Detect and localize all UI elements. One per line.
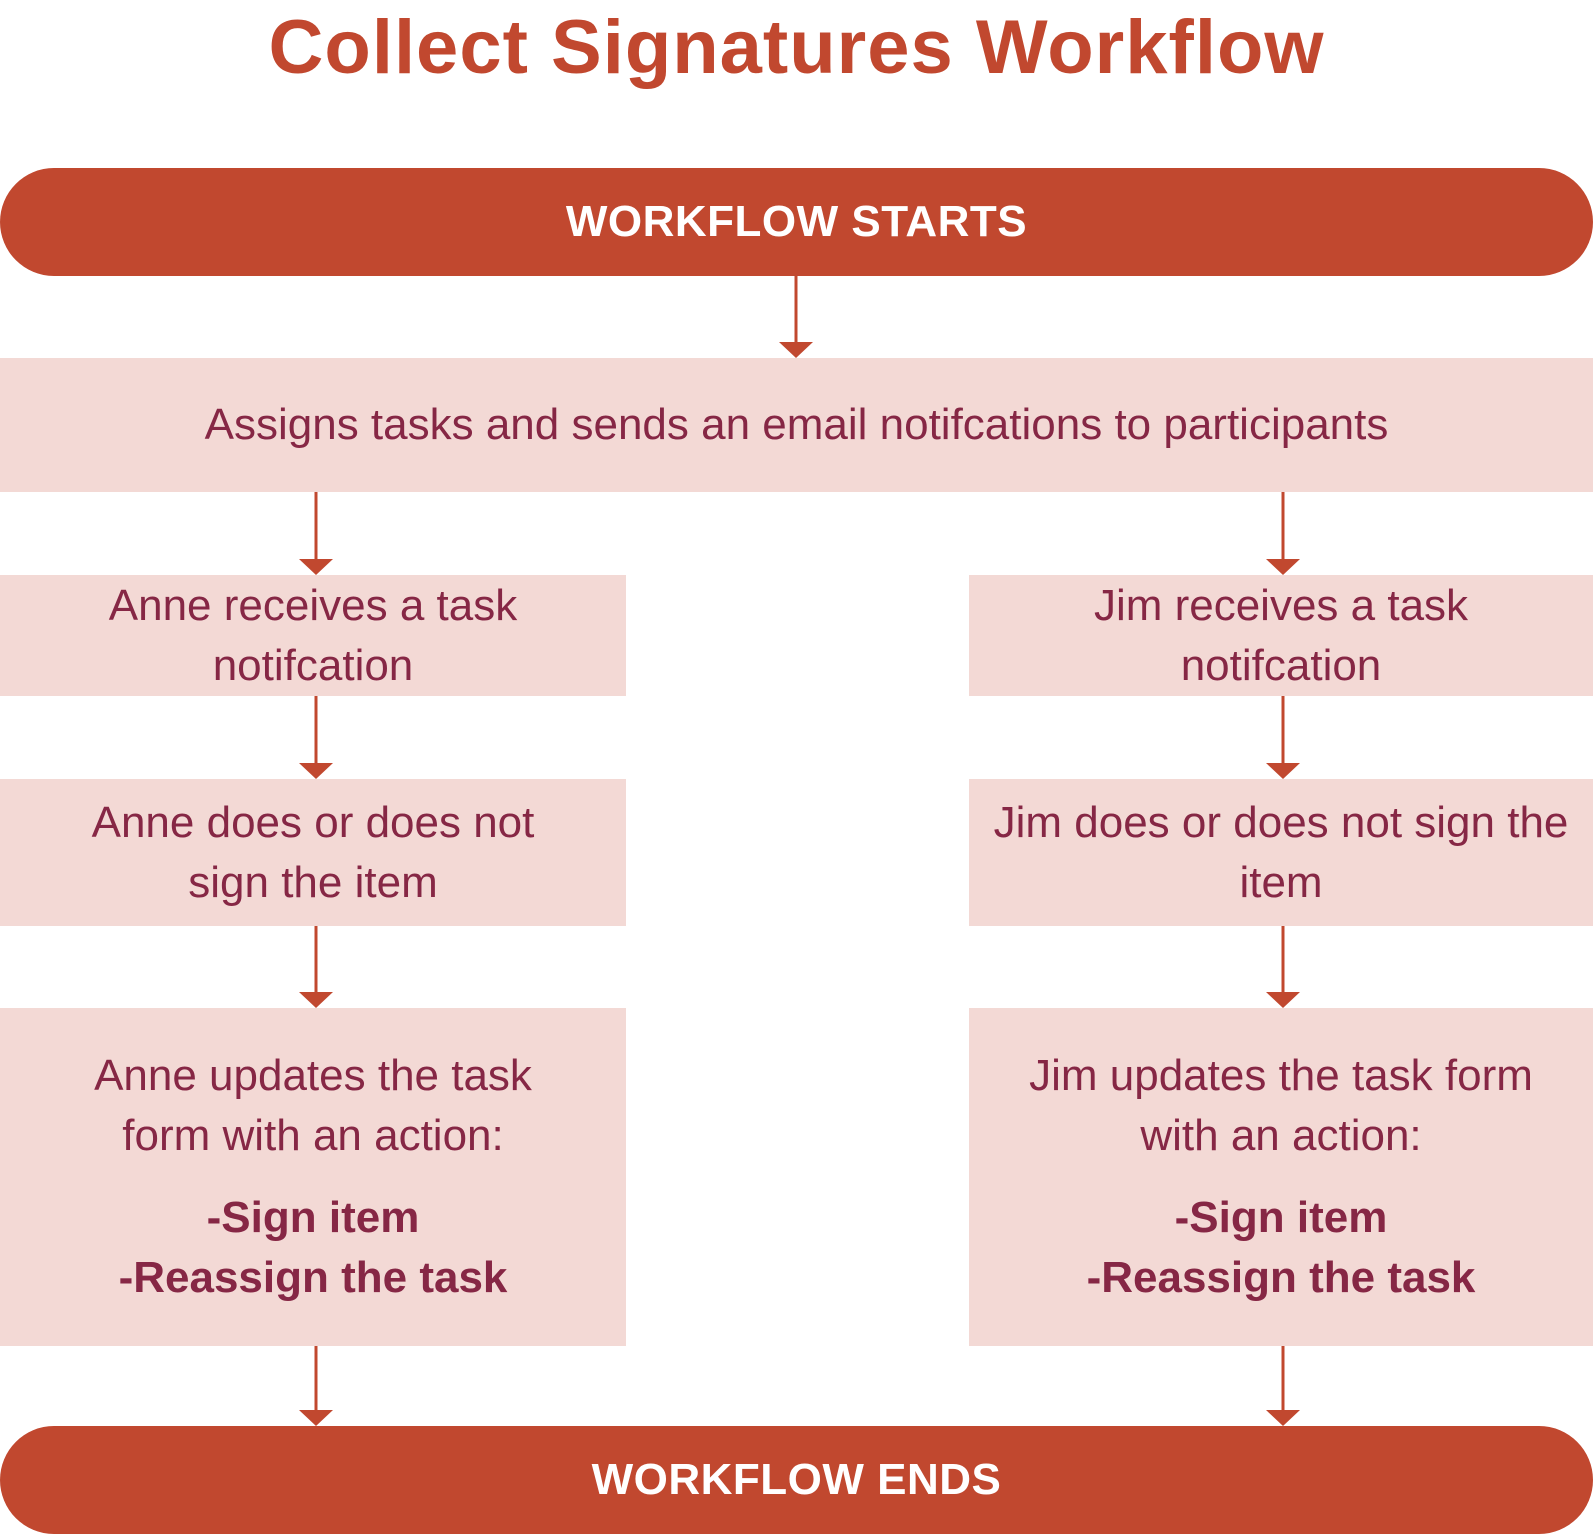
jim-receive-step: Jim receives a task notifcation	[969, 575, 1593, 696]
arrow-assign-to-anne-receive	[299, 492, 333, 575]
jim-decide-text: Jim does or does not sign the item	[993, 797, 1569, 907]
assign-tasks-step: Assigns tasks and sends an email notifca…	[0, 358, 1593, 492]
arrow-anne-decide-to-update	[299, 926, 333, 1008]
anne-action-reassign: -Reassign the task	[118, 1253, 508, 1302]
jim-action-reassign: -Reassign the task	[1086, 1253, 1476, 1302]
arrow-start-to-assign	[779, 276, 813, 358]
jim-action-sign: -Sign item	[1174, 1193, 1388, 1242]
arrow-jim-update-to-end	[1266, 1346, 1300, 1426]
anne-receive-text: Anne receives a task notifcation	[108, 580, 518, 690]
workflow-start-terminal: WORKFLOW STARTS	[0, 168, 1593, 276]
assign-tasks-text: Assigns tasks and sends an email notifca…	[204, 400, 1389, 449]
anne-action-list: -Sign item -Reassign the task	[119, 1188, 508, 1308]
anne-update-step: Anne updates the task form with an actio…	[0, 1008, 626, 1346]
arrow-assign-to-jim-receive	[1266, 492, 1300, 575]
diagram-title: Collect Signatures Workflow	[268, 5, 1325, 90]
jim-update-step: Jim updates the task form with an action…	[969, 1008, 1593, 1346]
arrow-jim-decide-to-update	[1266, 926, 1300, 1008]
jim-decide-step: Jim does or does not sign the item	[969, 779, 1593, 926]
jim-receive-text: Jim receives a task notifcation	[1093, 580, 1469, 690]
arrow-anne-receive-to-decide	[299, 696, 333, 779]
anne-action-sign: -Sign item	[206, 1193, 420, 1242]
anne-receive-step: Anne receives a task notifcation	[0, 575, 626, 696]
anne-decide-step: Anne does or does not sign the item	[0, 779, 626, 926]
arrow-jim-receive-to-decide	[1266, 696, 1300, 779]
anne-decide-text: Anne does or does not sign the item	[91, 797, 535, 907]
anne-update-text: Anne updates the task form with an actio…	[94, 1051, 532, 1160]
jim-action-list: -Sign item -Reassign the task	[1087, 1188, 1476, 1308]
workflow-end-terminal: WORKFLOW ENDS	[0, 1426, 1593, 1534]
jim-update-text: Jim updates the task form with an action…	[1029, 1051, 1533, 1160]
arrow-anne-update-to-end	[299, 1346, 333, 1426]
